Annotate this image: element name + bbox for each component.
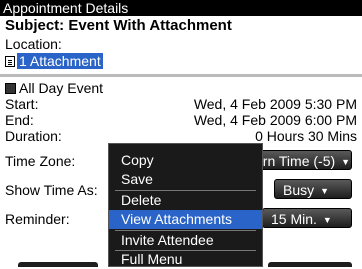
all-day-row[interactable]: All Day Event xyxy=(5,80,103,96)
location-label[interactable]: Location: xyxy=(5,36,62,52)
end-value[interactable]: Wed, 4 Feb 2009 6:00 PM xyxy=(194,112,357,128)
menu-item-save[interactable]: Save xyxy=(109,170,262,189)
start-value[interactable]: Wed, 4 Feb 2009 5:30 PM xyxy=(194,96,357,112)
menu-item-full-menu[interactable]: Full Menu xyxy=(109,250,262,269)
duration-value[interactable]: 0 Hours 30 Mins xyxy=(255,128,357,144)
show-time-as-value: Busy xyxy=(283,182,315,198)
reminder-dropdown[interactable]: 15 Min. ▼ xyxy=(262,208,352,228)
start-label: Start: xyxy=(5,96,39,112)
menu-item-delete[interactable]: Delete xyxy=(109,191,262,210)
menu-item-copy[interactable]: Copy xyxy=(109,151,262,170)
attachment-row[interactable]: 1 Attachment xyxy=(5,53,103,69)
duration-label: Duration: xyxy=(5,128,62,144)
menu-item-invite-attendee[interactable]: Invite Attendee xyxy=(109,231,262,250)
reminder-label: Reminder: xyxy=(5,211,70,227)
subject-text[interactable]: Subject: Event With Attachment xyxy=(5,18,232,34)
hidden-button xyxy=(268,262,352,267)
show-time-as-dropdown[interactable]: Busy ▼ xyxy=(274,179,352,199)
time-zone-label: Time Zone: xyxy=(5,153,76,169)
chevron-down-icon: ▼ xyxy=(322,215,332,225)
checkbox-icon[interactable] xyxy=(5,83,16,94)
attachment-link[interactable]: 1 Attachment xyxy=(17,53,103,69)
reminder-value: 15 Min. xyxy=(271,211,317,227)
end-label: End: xyxy=(5,112,34,128)
separator xyxy=(0,74,362,77)
menu-item-view-attachments[interactable]: View Attachments xyxy=(109,210,262,229)
window-title: Appointment Details xyxy=(0,0,362,16)
attachment-icon xyxy=(5,56,15,67)
chevron-down-icon: ▼ xyxy=(341,157,351,167)
context-menu: Copy Save Delete View Attachments Invite… xyxy=(108,143,263,267)
chevron-down-icon: ▼ xyxy=(320,186,330,196)
show-time-as-label: Show Time As: xyxy=(5,182,98,198)
hidden-button xyxy=(18,262,98,267)
all-day-label: All Day Event xyxy=(19,80,104,96)
